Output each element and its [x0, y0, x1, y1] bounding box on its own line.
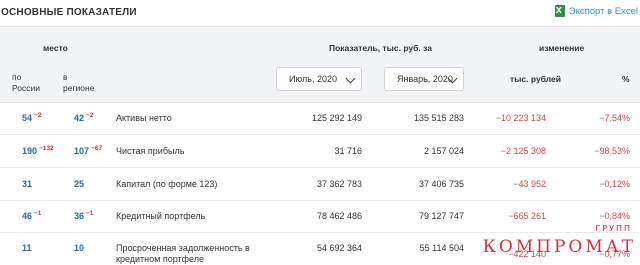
export-label: Экспорт в Excel [568, 5, 638, 17]
in-region-header: в регионе [63, 72, 95, 93]
rank-region-delta: −1 [86, 210, 94, 217]
period2-value: Январь, 2020 [397, 74, 453, 84]
value-period1: 125 292 149 [311, 113, 362, 123]
value-period2: 79 127 747 [418, 211, 464, 221]
change-value: −665 261 [508, 211, 546, 221]
change-percent: −98,53% [594, 146, 630, 156]
value-period2: 135 515 283 [413, 113, 464, 123]
table-header: место по России в регионе Показатель, ты… [0, 28, 640, 103]
value-period1: 37 362 783 [316, 179, 362, 189]
table-row: 54 −2 42 −2 Активы нетто 125 292 149 135 5… [0, 103, 640, 135]
change-percent: −0,84% [599, 211, 630, 221]
rank-region: 36 [74, 211, 85, 221]
percent-header: % [622, 74, 630, 84]
value-period1: 78 462 486 [316, 211, 362, 221]
rank-russia-delta: −1 [34, 210, 42, 217]
value-period2: 2 157 024 [423, 146, 464, 156]
rank-russia: 46 [22, 211, 33, 221]
rank-russia: 31 [22, 179, 33, 189]
table-row: 31 25 Капитал (по форме 123) 37 362 783 … [0, 168, 640, 201]
divider [0, 26, 640, 27]
table-row: 46 −1 36 −1 Кредитный портфель 78 462 486 … [0, 201, 640, 233]
change-header: изменение [539, 43, 585, 53]
period1-select[interactable]: Июль, 2020 [276, 67, 362, 91]
rank-russia-delta: −132 [39, 145, 54, 152]
indicator-name: Капитал (по форме 123) [116, 179, 218, 189]
rank-region: 10 [74, 243, 85, 253]
indicator-header: Показатель, тыс. руб. за [329, 43, 432, 53]
section-title: ОСНОВНЫЕ ПОКАЗАТЕЛИ [1, 7, 137, 18]
value-period1: 54 692 364 [316, 243, 362, 253]
indicator-name: Активы нетто [116, 113, 172, 123]
place-header: место [43, 43, 68, 53]
indicator-name: Чистая прибыль [116, 146, 185, 156]
change-value: −2 125 308 [500, 146, 546, 156]
value-period2: 55 114 504 [419, 243, 464, 253]
watermark-logo: КОМПРОМАТ [482, 237, 636, 257]
rank-russia: 190 [22, 146, 38, 156]
thousand-rub-header: тыс. рублей [510, 74, 561, 84]
table-row: 190 −132 107 −67 Чистая прибыль 31 716 2 1… [0, 135, 640, 168]
rank-russia-delta: −2 [34, 112, 42, 119]
rank-region-delta: −2 [86, 112, 94, 119]
change-value: −43 952 [513, 179, 546, 189]
rank-region-delta: −67 [91, 145, 103, 152]
change-percent: −0,12% [599, 179, 630, 189]
period1-value: Июль, 2020 [289, 74, 337, 84]
period2-select[interactable]: Январь, 2020 [384, 67, 464, 91]
change-value: −10 223 134 [495, 113, 546, 123]
chevron-down-icon [345, 73, 356, 84]
indicator-name: Кредитный портфель [116, 211, 206, 221]
watermark-sub: ГРУПП [595, 224, 632, 233]
export-excel-link[interactable]: Экспорт в Excel [554, 5, 638, 17]
section-header: ОСНОВНЫЕ ПОКАЗАТЕЛИ Экспорт в Excel [0, 0, 640, 28]
value-period1: 31 716 [334, 146, 362, 156]
rank-russia: 54 [22, 113, 33, 123]
rank-region: 107 [74, 146, 90, 156]
rank-russia: 11 [22, 243, 32, 253]
change-percent: −7,54% [599, 113, 630, 123]
rank-region: 42 [74, 113, 85, 123]
rank-region: 25 [74, 179, 85, 189]
value-period2: 37 406 735 [418, 179, 464, 189]
by-russia-header: по России [12, 72, 41, 93]
excel-icon [554, 5, 565, 17]
